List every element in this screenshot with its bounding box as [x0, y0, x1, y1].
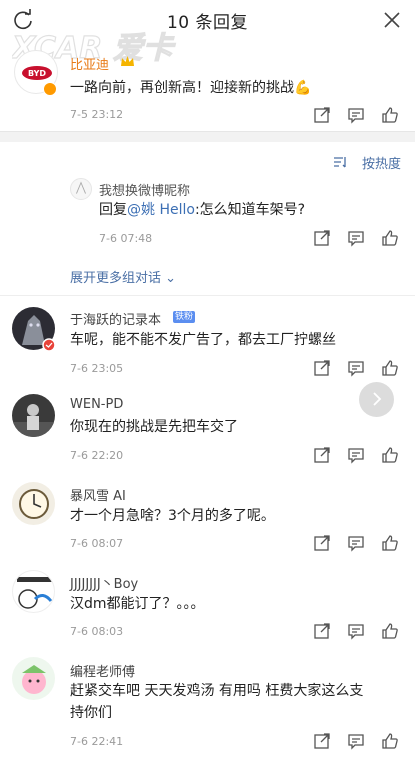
like-icon[interactable] [381, 359, 399, 377]
author-name[interactable]: JJJJJJJJ丶Boy [70, 573, 138, 592]
comment-text: 车呢，能不能不发广告了，都去工厂拧螺丝 [70, 332, 336, 348]
comment-icon[interactable] [347, 359, 365, 377]
comment-actions [305, 732, 415, 750]
comment-icon[interactable] [347, 622, 365, 640]
reply-actions [305, 229, 415, 247]
share-icon[interactable] [313, 229, 331, 247]
post-time: 7-5 23:12 [70, 108, 124, 121]
comment-text-line1: 赶紧交车吧 天天发鸡汤 有用吗 枉费大家这么支 [70, 683, 364, 699]
close-icon[interactable] [381, 9, 403, 31]
mention-link[interactable]: @姚 Hello [127, 202, 195, 218]
sort-button[interactable]: 按热度 [362, 153, 401, 172]
comment-actions [305, 622, 415, 640]
reply-time: 7-6 07:48 [99, 232, 153, 245]
fan-badge-icon [42, 338, 56, 352]
comment-time: 7-6 22:41 [70, 735, 124, 748]
comment-text: 你现在的挑战是先把车交了 [70, 419, 238, 435]
post-actions [305, 106, 415, 124]
share-icon[interactable] [313, 446, 331, 464]
author-name[interactable]: 编程老师傅 [70, 661, 135, 680]
crown-icon [121, 56, 134, 66]
next-button[interactable] [359, 382, 394, 417]
comment-icon[interactable] [347, 106, 365, 124]
avatar[interactable] [70, 178, 92, 200]
comment-time: 7-6 08:07 [70, 537, 124, 550]
fan-badge: 铁粉 [173, 311, 196, 323]
comment-actions [305, 446, 415, 464]
section-divider [0, 131, 415, 142]
reply-prefix: 回复 [99, 202, 127, 218]
author-name[interactable]: 比亚迪 [70, 54, 109, 73]
share-icon[interactable] [313, 106, 331, 124]
author-name[interactable]: 我想换微博昵称 [99, 180, 190, 199]
chevron-right-icon [373, 392, 382, 406]
like-icon[interactable] [381, 106, 399, 124]
sort-icon[interactable] [333, 156, 347, 168]
comment-icon[interactable] [347, 732, 365, 750]
byd-logo: BYD [22, 66, 52, 80]
comment-actions [305, 359, 415, 377]
comment-text: 才一个月急啥？3个月的多了呢。 [70, 508, 275, 524]
like-icon[interactable] [381, 229, 399, 247]
divider [0, 295, 415, 296]
author-name[interactable]: 暴风雪 AI [70, 485, 126, 504]
avatar[interactable] [12, 394, 55, 437]
svg-text:BYD: BYD [28, 69, 46, 78]
comment-actions [305, 534, 415, 552]
reply-text: 回复@姚 Hello:怎么知道车架号? [99, 199, 305, 221]
comment-text-line2: 持你们 [70, 705, 112, 721]
like-icon[interactable] [381, 446, 399, 464]
like-icon[interactable] [381, 622, 399, 640]
verified-icon [43, 82, 57, 96]
reply-body: :怎么知道车架号? [194, 202, 306, 218]
comment-time: 7-6 08:03 [70, 625, 124, 638]
author-name[interactable]: 于海跃的记录本 [70, 309, 161, 328]
post-text: 一路向前，再创新高！迎接新的挑战💪 [70, 80, 312, 96]
expand-more-link[interactable]: 展开更多组对话 ⌄ [70, 267, 176, 286]
author-name[interactable]: WEN-PD [70, 397, 123, 412]
avatar[interactable] [12, 570, 55, 613]
avatar[interactable] [12, 657, 55, 700]
share-icon[interactable] [313, 732, 331, 750]
comment-text: 汉dm都能订了？。。。 [70, 596, 205, 612]
share-icon[interactable] [313, 622, 331, 640]
share-icon[interactable] [313, 534, 331, 552]
share-icon[interactable] [313, 359, 331, 377]
comment-icon[interactable] [347, 446, 365, 464]
comment-time: 7-6 23:05 [70, 362, 124, 375]
comment-icon[interactable] [347, 229, 365, 247]
comment-icon[interactable] [347, 534, 365, 552]
comment-time: 7-6 22:20 [70, 449, 124, 462]
like-icon[interactable] [381, 732, 399, 750]
like-icon[interactable] [381, 534, 399, 552]
avatar[interactable] [12, 482, 55, 525]
